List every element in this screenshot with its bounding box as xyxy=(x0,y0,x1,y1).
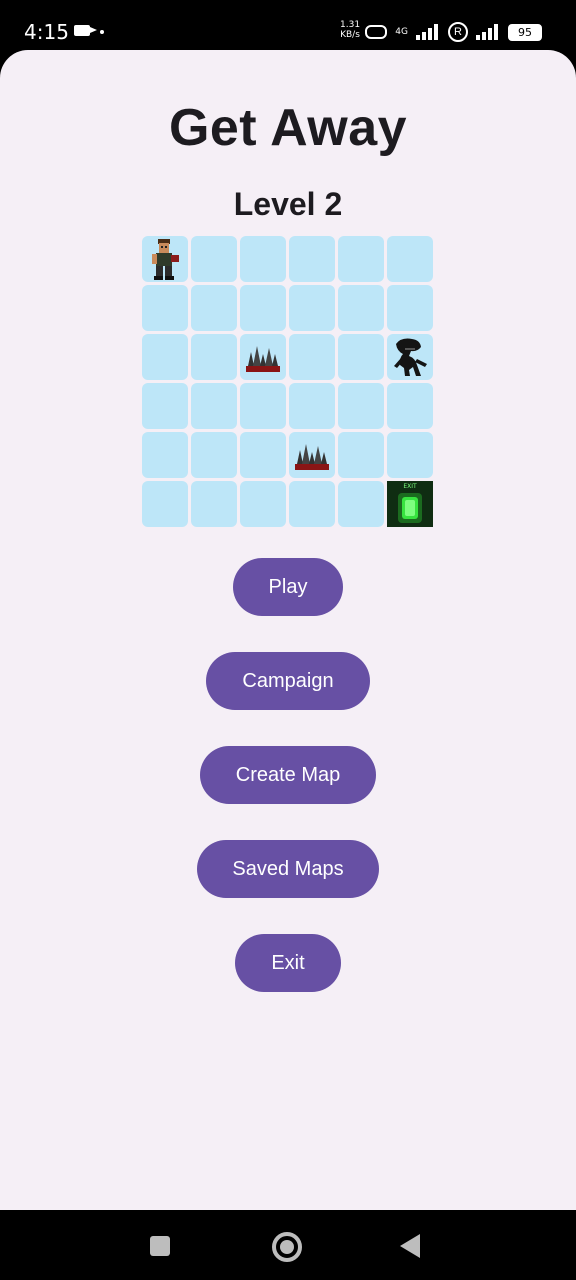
exit-button[interactable]: Exit xyxy=(235,934,341,992)
navigation-bar xyxy=(0,1210,576,1280)
board-cell[interactable] xyxy=(387,236,433,282)
game-board[interactable]: EXIT xyxy=(142,236,434,528)
board-cell[interactable] xyxy=(142,285,188,331)
board-cell[interactable] xyxy=(191,383,237,429)
battery-icon: 95 xyxy=(508,23,542,41)
home-circle-icon[interactable] xyxy=(272,1232,302,1262)
board-cell[interactable] xyxy=(240,383,286,429)
board-cell[interactable] xyxy=(240,285,286,331)
notification-dot-icon xyxy=(100,30,104,34)
board-cell[interactable] xyxy=(338,334,384,380)
play-button[interactable]: Play xyxy=(233,558,343,616)
board-cell[interactable] xyxy=(289,285,335,331)
board-cell[interactable] xyxy=(289,481,335,527)
saved-maps-button[interactable]: Saved Maps xyxy=(197,840,379,898)
network-speed-value: 1.31 xyxy=(340,20,361,30)
board-cell[interactable] xyxy=(338,383,384,429)
board-cell[interactable] xyxy=(387,383,433,429)
board-cell[interactable] xyxy=(142,334,188,380)
board-cell[interactable] xyxy=(142,236,188,282)
create-map-button[interactable]: Create Map xyxy=(200,746,376,804)
video-camera-icon xyxy=(74,25,97,36)
board-cell[interactable] xyxy=(387,432,433,478)
board-cell[interactable] xyxy=(240,481,286,527)
campaign-button[interactable]: Campaign xyxy=(206,652,370,710)
board-cell[interactable] xyxy=(289,383,335,429)
board-cell[interactable] xyxy=(240,334,286,380)
board-cell[interactable] xyxy=(240,236,286,282)
board-cell[interactable] xyxy=(142,432,188,478)
status-time: 4:15 xyxy=(24,20,69,44)
board-cell[interactable] xyxy=(240,432,286,478)
network-speed-unit: KB/s xyxy=(340,30,360,40)
board-cell[interactable] xyxy=(142,481,188,527)
board-cell[interactable] xyxy=(289,432,335,478)
board-cell[interactable] xyxy=(191,236,237,282)
roaming-icon: R xyxy=(448,22,468,42)
board-cell[interactable] xyxy=(387,285,433,331)
board-cell[interactable] xyxy=(191,334,237,380)
board-cell[interactable] xyxy=(191,432,237,478)
app-screen: Get Away Level 2 EXIT Play Campaign Crea… xyxy=(0,50,576,1210)
board-cell[interactable] xyxy=(338,481,384,527)
board-cell[interactable] xyxy=(338,432,384,478)
network-type: 4G xyxy=(395,27,408,37)
board-cell[interactable] xyxy=(338,285,384,331)
board-cell[interactable] xyxy=(191,481,237,527)
back-triangle-icon[interactable] xyxy=(400,1234,420,1258)
recents-square-icon[interactable] xyxy=(150,1236,170,1256)
app-title: Get Away xyxy=(168,99,408,157)
board-cell[interactable] xyxy=(387,334,433,380)
hotspot-link-icon xyxy=(365,25,388,39)
board-cell[interactable] xyxy=(289,236,335,282)
signal-strength-2-icon xyxy=(476,24,500,40)
board-cell[interactable] xyxy=(142,383,188,429)
board-cell[interactable] xyxy=(338,236,384,282)
network-speed: 1.31 KB/s xyxy=(340,20,360,40)
level-title: Level 2 xyxy=(233,186,343,222)
status-icons: 4G R 95 xyxy=(365,22,542,42)
exit-sign-label: EXIT xyxy=(403,483,417,490)
board-cell[interactable] xyxy=(191,285,237,331)
signal-strength-icon xyxy=(416,24,440,40)
board-cell[interactable] xyxy=(289,334,335,380)
board-cell[interactable]: EXIT xyxy=(387,481,433,527)
